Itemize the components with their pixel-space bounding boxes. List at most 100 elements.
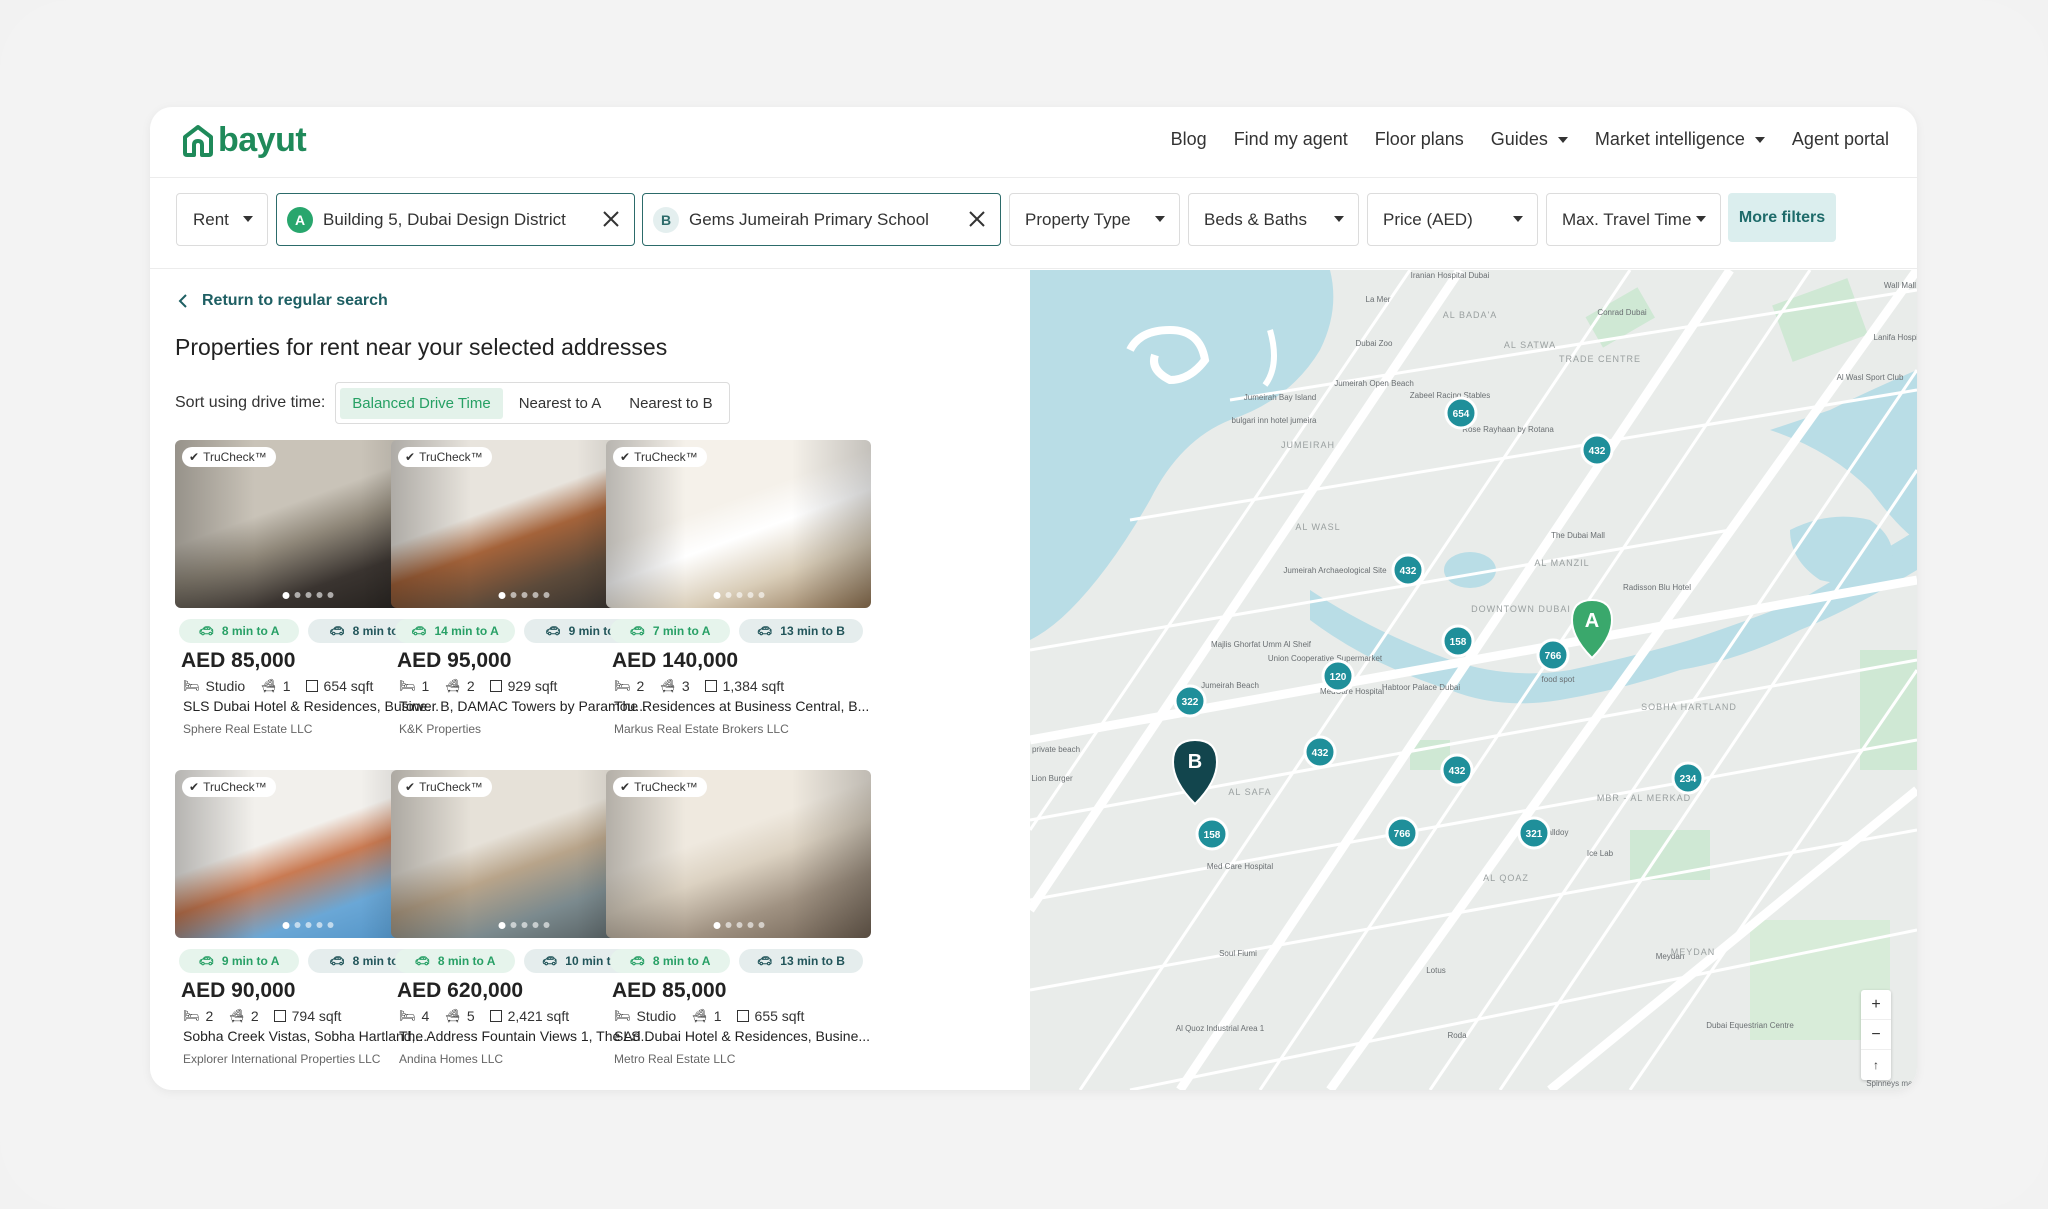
map-view[interactable]: Iranian Hospital Dubai Wall Mall La Mer AL …	[1030, 270, 1917, 1090]
listing-cluster-marker[interactable]: 766	[1536, 638, 1570, 672]
carousel-dot[interactable]	[510, 592, 516, 598]
listing-cluster-marker[interactable]: 322	[1173, 684, 1207, 718]
travel-time-select[interactable]: Max. Travel Time	[1546, 193, 1721, 246]
carousel-dot[interactable]	[498, 922, 505, 929]
carousel-dot[interactable]	[282, 592, 289, 599]
nav-floor-plans[interactable]: Floor plans	[1375, 129, 1464, 150]
carousel-dot[interactable]	[713, 592, 720, 599]
carousel-dot[interactable]	[510, 922, 516, 928]
listing-photo[interactable]: ✔ TruCheck™	[606, 440, 871, 608]
photo-carousel-dots[interactable]	[282, 592, 333, 599]
property-type-select[interactable]: Property Type	[1009, 193, 1180, 246]
carousel-dot[interactable]	[725, 592, 731, 598]
carousel-dot[interactable]	[521, 592, 527, 598]
carousel-dot[interactable]	[316, 922, 322, 928]
listing-card[interactable]: ✔ TruCheck™ 🚗︎ 7 min to A 🚗︎ 13 min to B A…	[606, 440, 871, 736]
listing-cluster-marker[interactable]: 766	[1385, 816, 1419, 850]
listing-title[interactable]: SLS Dubai Hotel & Residences, Busine...	[614, 1028, 871, 1044]
listing-card[interactable]: ✔ TruCheck™ 🚗︎ 8 min to A 🚗︎ 13 min to B A…	[606, 770, 871, 1066]
drive-a-label: 14 min to A	[434, 624, 499, 638]
bayut-logo[interactable]: bayut	[180, 121, 307, 160]
nav-agent-portal[interactable]: Agent portal	[1792, 129, 1889, 150]
carousel-dot[interactable]	[294, 592, 300, 598]
zoom-out-button[interactable]: −	[1861, 1020, 1891, 1050]
photo-carousel-dots[interactable]	[713, 922, 764, 929]
carousel-dot[interactable]	[758, 922, 764, 928]
cluster-count: 234	[1680, 774, 1697, 785]
carousel-dot[interactable]	[327, 592, 333, 598]
map-place-label: Med Care Hospital	[1207, 862, 1273, 871]
listing-cluster-marker[interactable]: 234	[1671, 761, 1705, 795]
carousel-dot[interactable]	[758, 592, 764, 598]
return-link[interactable]: Return to regular search	[178, 292, 388, 310]
carousel-dot[interactable]	[532, 592, 538, 598]
carousel-dot[interactable]	[736, 592, 742, 598]
carousel-dot[interactable]	[294, 922, 300, 928]
listing-cluster-marker[interactable]: 654	[1444, 396, 1478, 430]
listing-title[interactable]: The Residences at Business Central, B...	[614, 698, 871, 714]
purpose-select[interactable]: Rent	[176, 193, 268, 246]
listing-photo[interactable]: ✔ TruCheck™	[606, 770, 871, 938]
carousel-dot[interactable]	[327, 922, 333, 928]
sort-nearest-a[interactable]: Nearest to A	[507, 388, 614, 419]
listing-cluster-marker[interactable]: 432	[1391, 553, 1425, 587]
carousel-dot[interactable]	[543, 922, 549, 928]
price-select[interactable]: Price (AED)	[1367, 193, 1538, 246]
carousel-dot[interactable]	[305, 922, 311, 928]
close-icon[interactable]	[600, 208, 622, 230]
photo-carousel-dots[interactable]	[498, 592, 549, 599]
more-filters-button[interactable]: More filters	[1728, 193, 1836, 242]
bayut-home-icon	[183, 124, 213, 157]
nav-find-agent[interactable]: Find my agent	[1234, 129, 1348, 150]
sort-nearest-b[interactable]: Nearest to B	[617, 388, 724, 419]
map-canvas[interactable]: Iranian Hospital Dubai Wall Mall La Mer AL …	[1030, 270, 1917, 1090]
address-a-field[interactable]: A Building 5, Dubai Design District	[276, 193, 635, 246]
photo-carousel-dots[interactable]	[498, 922, 549, 929]
carousel-dot[interactable]	[498, 592, 505, 599]
carousel-dot[interactable]	[282, 922, 289, 929]
map-place-label: Zabeel Racing Stables	[1410, 391, 1491, 400]
photo-carousel-dots[interactable]	[282, 922, 333, 929]
carousel-dot[interactable]	[747, 922, 753, 928]
map-place-label: Lanifa Hospital	[1874, 333, 1917, 342]
drive-time-b: 🚗︎ 13 min to B	[739, 949, 863, 973]
drive-time-a: 🚗︎ 9 min to A	[179, 949, 299, 973]
listing-cluster-marker[interactable]: 432	[1440, 753, 1474, 787]
car-icon: 🚗︎	[757, 624, 773, 638]
address-b-field[interactable]: B Gems Jumeirah Primary School	[642, 193, 1001, 246]
listing-cluster-marker[interactable]: 120	[1321, 659, 1355, 693]
nav-guides[interactable]: Guides	[1491, 129, 1568, 150]
carousel-dot[interactable]	[736, 922, 742, 928]
sort-balanced[interactable]: Balanced Drive Time	[340, 387, 503, 419]
zoom-in-button[interactable]: +	[1861, 990, 1891, 1020]
nav-label: Blog	[1170, 129, 1207, 149]
chevron-down-icon	[1557, 136, 1568, 143]
listing-cluster-marker[interactable]: 158	[1441, 624, 1475, 658]
carousel-dot[interactable]	[316, 592, 322, 598]
compass-button[interactable]: ↑	[1861, 1050, 1891, 1080]
close-icon[interactable]	[966, 208, 988, 230]
area-value: 655 sqft	[754, 1008, 805, 1024]
carousel-dot[interactable]	[747, 592, 753, 598]
area-icon	[489, 1010, 502, 1022]
carousel-dot[interactable]	[725, 922, 731, 928]
nav-market-intelligence[interactable]: Market intelligence	[1595, 129, 1765, 150]
carousel-dot[interactable]	[713, 922, 720, 929]
bed-icon: 🛏︎	[399, 1008, 416, 1023]
carousel-dot[interactable]	[305, 592, 311, 598]
listing-cluster-marker[interactable]: 432	[1580, 433, 1614, 467]
listing-cluster-marker[interactable]: 321	[1517, 816, 1551, 850]
beds-baths-select[interactable]: Beds & Baths	[1188, 193, 1359, 246]
nav-blog[interactable]: Blog	[1171, 129, 1207, 150]
listing-cluster-marker[interactable]: 432	[1303, 735, 1337, 769]
photo-carousel-dots[interactable]	[713, 592, 764, 599]
carousel-dot[interactable]	[543, 592, 549, 598]
check-icon: ✔	[620, 780, 631, 794]
pin-a-marker[interactable]: A	[1570, 598, 1614, 660]
property-type-label: Property Type	[1025, 209, 1131, 229]
chevron-left-icon	[178, 294, 187, 308]
carousel-dot[interactable]	[521, 922, 527, 928]
listing-cluster-marker[interactable]: 158	[1195, 817, 1229, 851]
sort-options: Balanced Drive Time Nearest to A Nearest…	[335, 382, 730, 424]
carousel-dot[interactable]	[532, 922, 538, 928]
